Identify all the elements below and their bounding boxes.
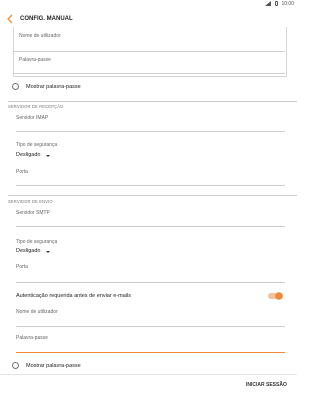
status-time: 10:00: [281, 1, 294, 7]
smtp-show-password-checkbox[interactable]: [12, 362, 19, 369]
status-bar: [0, 0, 297, 9]
imap-server-field[interactable]: [16, 131, 285, 132]
signin-button[interactable]: INICIAR SESSÃO: [246, 382, 287, 388]
auth-required-label: Autenticação requerida antes de enviar e…: [16, 293, 131, 299]
chevron-down-icon[interactable]: [46, 155, 50, 157]
outgoing-section-title: SERVIDOR DE ENVIO: [8, 199, 53, 204]
back-arrow-icon[interactable]: [6, 14, 15, 24]
smtp-server-field[interactable]: [16, 226, 285, 227]
smtp-password-label: Palavra-passe: [16, 335, 48, 341]
chevron-down-icon[interactable]: [46, 251, 50, 253]
show-password-checkbox[interactable]: [12, 83, 19, 90]
signal-icon: [265, 1, 271, 6]
incoming-section-title: SERVIDOR DE RECEPÇÃO: [8, 104, 64, 109]
battery-icon: [275, 1, 278, 6]
incoming-security-label: Tipo de segurança: [16, 142, 58, 148]
smtp-username-field[interactable]: [16, 326, 285, 327]
username-label: Nome de utilizador: [19, 33, 61, 39]
imap-server-label: Servidor IMAP: [16, 115, 49, 121]
page-title: CONFIG. MANUAL: [20, 16, 73, 22]
username-field[interactable]: [13, 51, 285, 52]
smtp-username-label: Nome de utilizador: [16, 309, 58, 315]
outgoing-security-label: Tipo de segurança: [16, 239, 58, 245]
password-label: Palavra-passe: [19, 57, 51, 63]
outgoing-port-field[interactable]: [16, 282, 285, 283]
incoming-security-value[interactable]: Desligado: [16, 152, 40, 158]
footer-divider: [0, 374, 297, 375]
outgoing-security-value[interactable]: Desligado: [16, 248, 40, 254]
auth-required-toggle[interactable]: [268, 292, 283, 300]
password-field[interactable]: [13, 73, 285, 74]
outgoing-port-label: Porta: [16, 264, 28, 270]
smtp-show-password-label: Mostrar palavra-passe: [26, 363, 81, 369]
incoming-port-label: Porta: [16, 169, 28, 175]
smtp-password-field[interactable]: [16, 352, 285, 353]
smtp-server-label: Servidor SMTP: [16, 210, 50, 216]
show-password-label: Mostrar palavra-passe: [26, 84, 81, 90]
section-divider: [8, 101, 297, 102]
section-divider: [8, 195, 297, 196]
incoming-port-field[interactable]: [16, 185, 285, 186]
